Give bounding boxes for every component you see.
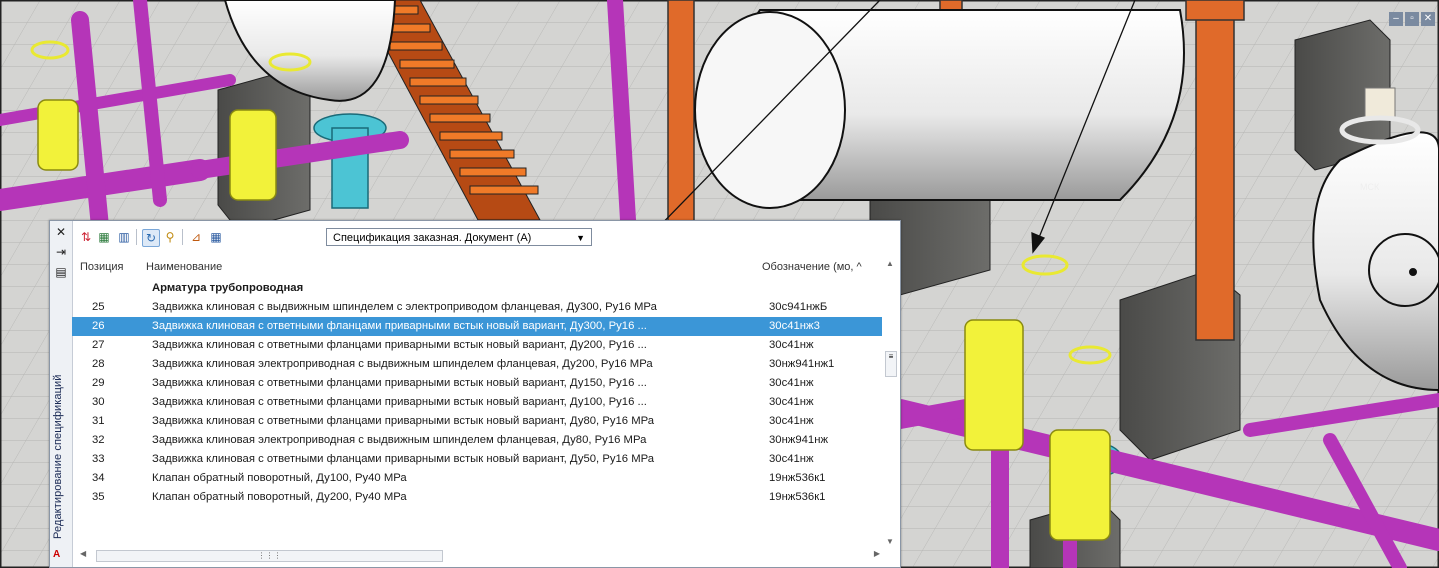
- cell-position: 30: [92, 396, 105, 408]
- cell-name: Задвижка клиновая с ответными фланцами п…: [152, 339, 647, 351]
- minimize-button[interactable]: –: [1389, 12, 1403, 26]
- scroll-right-icon[interactable]: ▶: [874, 549, 880, 558]
- scroll-left-icon[interactable]: ◀: [80, 549, 86, 558]
- horizontal-scrollbar[interactable]: ◀ ⋮⋮⋮ ▶: [78, 549, 882, 563]
- filter-icon[interactable]: ⊿: [188, 229, 204, 245]
- document-select-value: Спецификация заказная. Документ (А): [333, 232, 532, 244]
- cell-name: Задвижка клиновая с ответными фланцами п…: [152, 453, 655, 465]
- window-controls: – ▫ ✕: [1389, 12, 1435, 26]
- column-header-position[interactable]: Позиция: [80, 261, 124, 273]
- cell-position: 26: [92, 320, 105, 332]
- cell-position: 28: [92, 358, 105, 370]
- cell-code: 19нж536к1: [769, 491, 826, 503]
- cell-position: 29: [92, 377, 105, 389]
- cell-name: Задвижка клиновая с ответными фланцами п…: [152, 320, 647, 332]
- cell-position: 25: [92, 301, 105, 313]
- document-select[interactable]: Спецификация заказная. Документ (А) ▼: [326, 228, 592, 246]
- scroll-down-icon[interactable]: ▼: [886, 537, 894, 546]
- table-row[interactable]: 35 Клапан обратный поворотный, Ду200, Ру…: [72, 488, 882, 507]
- cell-name: Задвижка клиновая электроприводная с выд…: [152, 434, 647, 446]
- cell-name: Клапан обратный поворотный, Ду200, Ру40 …: [152, 491, 407, 503]
- restore-button[interactable]: ▫: [1405, 12, 1419, 26]
- close-window-button[interactable]: ✕: [1421, 12, 1435, 26]
- svg-text:МСК: МСК: [1360, 182, 1380, 192]
- table-row[interactable]: 34 Клапан обратный поворотный, Ду100, Ру…: [72, 469, 882, 488]
- panel-side-bar: ✕ ⇥ ▤ Редактирование спецификаций A: [50, 221, 73, 567]
- list-icon[interactable]: ▤: [53, 265, 69, 279]
- table-row[interactable]: 30 Задвижка клиновая с ответными фланцам…: [72, 393, 882, 412]
- table-row[interactable]: 25 Задвижка клиновая с выдвижным шпиндел…: [72, 298, 882, 317]
- scroll-thumb[interactable]: ≡: [885, 351, 897, 377]
- cell-position: 27: [92, 339, 105, 351]
- table-row[interactable]: 33 Задвижка клиновая с ответными фланцам…: [72, 450, 882, 469]
- cell-code: 30с41нж: [769, 396, 814, 408]
- column-header-code[interactable]: Обозначение (мо, ^: [762, 261, 862, 273]
- grid-icon[interactable]: ▦: [208, 229, 224, 245]
- table-header: Позиция Наименование Обозначение (мо, ^: [72, 259, 900, 277]
- chevron-down-icon: ▼: [576, 233, 585, 243]
- table-row[interactable]: 27 Задвижка клиновая с ответными фланцам…: [72, 336, 882, 355]
- cell-position: 35: [92, 491, 105, 503]
- table-row[interactable]: 32 Задвижка клиновая электроприводная с …: [72, 431, 882, 450]
- cell-name: Задвижка клиновая с ответными фланцами п…: [152, 396, 647, 408]
- spec-table-body: Арматура трубопроводная 25 Задвижка клин…: [72, 279, 882, 507]
- cell-name: Задвижка клиновая с ответными фланцами п…: [152, 415, 655, 427]
- cell-position: 32: [92, 434, 105, 446]
- cell-name: Задвижка клиновая электроприводная с выд…: [152, 358, 653, 370]
- cell-code: 30с41нж: [769, 339, 814, 351]
- table-add-icon[interactable]: ▦: [96, 229, 112, 245]
- vertical-scrollbar[interactable]: ▲ ≡ ▼: [884, 259, 898, 549]
- cell-name: Клапан обратный поворотный, Ду100, Ру40 …: [152, 472, 407, 484]
- cell-position: 33: [92, 453, 105, 465]
- spec-editor-panel: ✕ ⇥ ▤ Редактирование спецификаций A ⇅ ▦ …: [49, 220, 901, 568]
- table-edit-icon[interactable]: ▥: [116, 229, 132, 245]
- cell-name: Задвижка клиновая с выдвижным шпинделем …: [152, 301, 657, 313]
- cell-code: 30нж941нж: [769, 434, 829, 446]
- cell-name: Арматура трубопроводная: [152, 282, 304, 294]
- cell-code: 30с41нж: [769, 377, 814, 389]
- pin-icon[interactable]: ⇥: [53, 245, 69, 259]
- scroll-up-icon[interactable]: ▲: [886, 259, 894, 268]
- cell-code: 19нж536к1: [769, 472, 826, 484]
- toolbar-separator: [136, 229, 137, 245]
- table-row[interactable]: 31 Задвижка клиновая с ответными фланцам…: [72, 412, 882, 431]
- cell-code: 30с41нж3: [769, 320, 820, 332]
- sort-icon[interactable]: ⇅: [78, 229, 94, 245]
- cell-code: 30нж941нж1: [769, 358, 835, 370]
- cell-code: 30с41нж: [769, 453, 814, 465]
- cell-position: 34: [92, 472, 105, 484]
- cell-position: 31: [92, 415, 105, 427]
- app-logo-icon: A: [53, 549, 61, 560]
- table-row[interactable]: 28 Задвижка клиновая электроприводная с …: [72, 355, 882, 374]
- column-header-name[interactable]: Наименование: [146, 261, 222, 273]
- panel-title: Редактирование спецификаций: [52, 374, 64, 539]
- cell-name: Задвижка клиновая с ответными фланцами п…: [152, 377, 647, 389]
- table-row[interactable]: 29 Задвижка клиновая с ответными фланцам…: [72, 374, 882, 393]
- table-row[interactable]: Арматура трубопроводная: [72, 279, 882, 298]
- table-row-selected[interactable]: 26 Задвижка клиновая с ответными фланцам…: [72, 317, 882, 336]
- scroll-thumb-horizontal[interactable]: ⋮⋮⋮: [96, 550, 443, 562]
- refresh-icon[interactable]: ↻: [142, 229, 160, 247]
- close-icon[interactable]: ✕: [53, 225, 69, 239]
- toolbar-separator: [182, 229, 183, 245]
- panel-toolbar: ⇅ ▦ ▥ ↻ ⚲ ⊿ ▦ Спецификация заказная. Док…: [76, 225, 894, 249]
- cell-code: 30с941нжБ: [769, 301, 828, 313]
- cell-code: 30с41нж: [769, 415, 814, 427]
- binoculars-icon[interactable]: ⚲: [162, 229, 178, 245]
